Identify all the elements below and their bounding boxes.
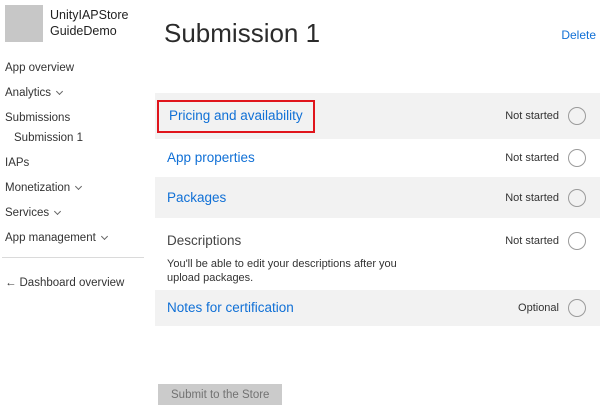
sidebar-item-label: IAPs — [5, 157, 29, 169]
status: Not started — [505, 149, 600, 167]
status: Optional — [518, 299, 600, 317]
sidebar-item-label: Submission 1 — [14, 132, 83, 144]
app-icon — [5, 5, 43, 42]
sidebar-item-label: Analytics — [5, 87, 51, 99]
status-circle-icon — [568, 189, 586, 207]
section-link-pricing-and-availability[interactable]: Pricing and availability — [169, 108, 303, 123]
page-title: Submission 1 — [164, 18, 320, 49]
chevron-down-icon — [101, 233, 108, 240]
sidebar: UnityIAPStore GuideDemo App overview Anal… — [0, 0, 150, 406]
dashboard-overview-label: Dashboard overview — [20, 277, 125, 289]
sidebar-item-app-management[interactable]: App management — [0, 232, 150, 246]
sidebar-item-monetization[interactable]: Monetization — [0, 182, 150, 196]
status-label: Not started — [505, 235, 559, 247]
status-circle-icon — [568, 149, 586, 167]
sidebar-item-label: Submissions — [5, 112, 70, 124]
delete-link[interactable]: Delete — [561, 28, 596, 42]
status-label: Not started — [505, 192, 559, 204]
sidebar-item-analytics[interactable]: Analytics — [0, 87, 150, 101]
status: Not started — [505, 107, 600, 125]
status-label: Not started — [505, 152, 559, 164]
status: Not started — [505, 189, 600, 207]
section-link-packages[interactable]: Packages — [167, 190, 226, 205]
section-link-app-properties[interactable]: App properties — [167, 150, 255, 165]
status: Not started — [505, 232, 600, 250]
submission-checklist: Pricing and availabilityNot startedApp p… — [155, 93, 600, 326]
sidebar-item-iaps[interactable]: IAPs — [0, 157, 150, 171]
sidebar-item-app-overview[interactable]: App overview — [0, 62, 150, 76]
status-circle-icon — [568, 107, 586, 125]
status-label: Optional — [518, 302, 559, 314]
sidebar-item-label: App overview — [5, 62, 74, 74]
sidebar-item-label: Monetization — [5, 182, 70, 194]
chevron-down-icon — [54, 208, 61, 215]
app-header: UnityIAPStore GuideDemo — [0, 0, 150, 42]
app-title: UnityIAPStore GuideDemo — [50, 5, 142, 42]
status-circle-icon — [568, 299, 586, 317]
checklist-row-app-properties: App properties Not started — [155, 139, 600, 177]
sidebar-item-label: App management — [5, 232, 96, 244]
section-title-descriptions: Descriptions — [167, 233, 241, 248]
checklist-row-pricing-and-availability: Pricing and availability Not started — [155, 93, 600, 139]
status-circle-icon — [568, 232, 586, 250]
sidebar-item-label: Services — [5, 207, 49, 219]
checklist-row-descriptions: Descriptions You'll be able to edit your … — [155, 218, 600, 290]
highlight-box: Pricing and availability — [157, 100, 315, 133]
back-arrow-icon: ← — [5, 277, 17, 289]
submit-to-store-button[interactable]: Submit to the Store — [158, 384, 282, 405]
checklist-row-packages: Packages Not started — [155, 177, 600, 218]
chevron-down-icon — [75, 183, 82, 190]
checklist-row-notes-for-certification: Notes for certification Optional — [155, 290, 600, 326]
status-label: Not started — [505, 110, 559, 122]
chevron-down-icon — [56, 88, 63, 95]
sidebar-item-submission-1[interactable]: Submission 1 — [0, 132, 150, 146]
sidebar-nav: App overview Analytics Submissions Submissi… — [0, 62, 150, 246]
sidebar-item-submissions[interactable]: Submissions — [0, 112, 150, 126]
sidebar-divider — [2, 257, 144, 258]
section-link-notes-for-certification[interactable]: Notes for certification — [167, 300, 294, 315]
section-description: You'll be able to edit your descriptions… — [167, 257, 429, 285]
sidebar-item-services[interactable]: Services — [0, 207, 150, 221]
dashboard-overview-link[interactable]: ←Dashboard overview — [5, 277, 124, 289]
